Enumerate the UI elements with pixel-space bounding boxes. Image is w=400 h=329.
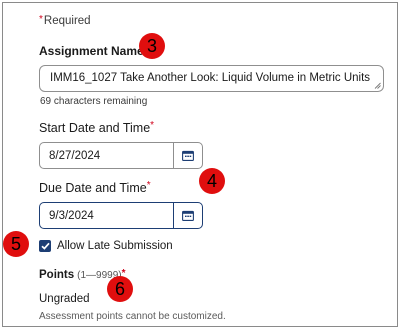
due-date-field: 9/3/2024 [39, 202, 203, 229]
due-date-calendar-button[interactable] [173, 202, 203, 229]
calendar-icon [182, 150, 194, 161]
callout-marker-5: 5 [3, 231, 29, 257]
points-note: Assessment points cannot be customized. [39, 311, 226, 322]
start-date-calendar-button[interactable] [173, 142, 203, 169]
due-date-input[interactable]: 9/3/2024 [39, 202, 173, 229]
allow-late-submission[interactable]: Allow Late Submission [39, 240, 173, 252]
due-date-label: Due Date and Time* [39, 180, 151, 195]
start-date-label: Start Date and Time* [39, 120, 155, 135]
callout-marker-4: 4 [199, 168, 225, 194]
assignment-name-value: IMM16_1027 Take Another Look: Liquid Vol… [50, 72, 371, 84]
late-submission-label: Allow Late Submission [57, 240, 173, 252]
start-date-field: 8/27/2024 [39, 142, 203, 169]
required-star: * [39, 14, 43, 25]
required-star: * [146, 180, 151, 191]
calendar-icon [182, 210, 194, 221]
assignment-name-input[interactable]: IMM16_1027 Take Another Look: Liquid Vol… [39, 65, 384, 92]
required-star: * [150, 120, 155, 131]
points-value: Ungraded [39, 293, 90, 305]
assignment-settings-panel: *Required Assignment Name* IMM16_1027 Ta… [2, 2, 398, 327]
start-date-input[interactable]: 8/27/2024 [39, 142, 173, 169]
callout-marker-3: 3 [139, 33, 165, 59]
assignment-name-label: Assignment Name* [39, 43, 150, 58]
characters-remaining: 69 characters remaining [40, 96, 148, 107]
required-note: *Required [39, 14, 91, 27]
checkmark-icon [40, 242, 50, 250]
resize-grip-icon[interactable] [374, 82, 381, 89]
callout-marker-6: 6 [107, 276, 133, 302]
late-submission-checkbox[interactable] [39, 240, 51, 252]
